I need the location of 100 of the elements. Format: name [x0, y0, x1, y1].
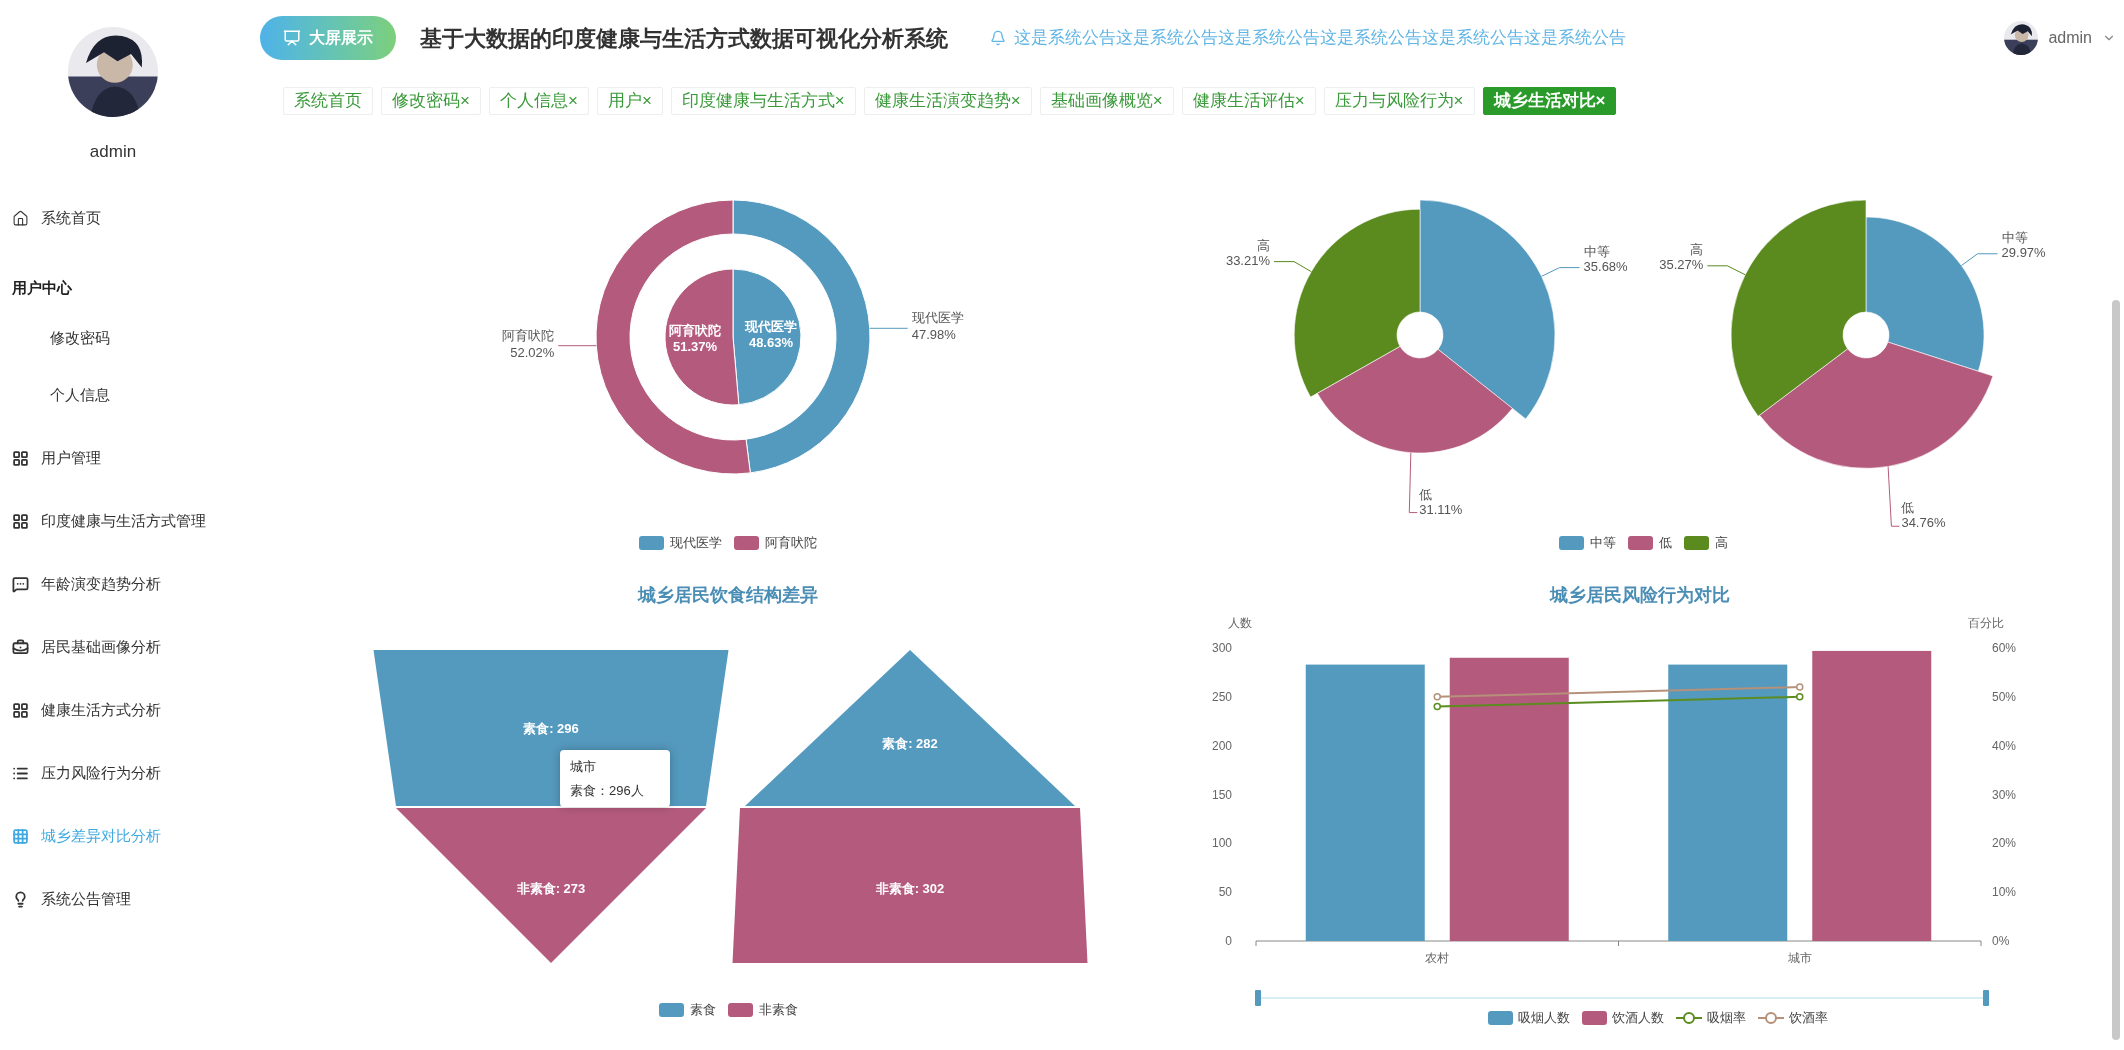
point [1433, 693, 1441, 701]
slice-label: 高 35.27% [1659, 241, 1704, 272]
chart-title: 城乡居民饮食结构差异 [638, 583, 818, 607]
tick-label: 20% [1992, 836, 2017, 851]
close-icon[interactable]: × [1595, 88, 1606, 114]
zoom-slider[interactable] [1255, 990, 1989, 1006]
leader-line [1706, 265, 1746, 276]
leader-line [1408, 452, 1418, 514]
page-tab[interactable]: 修改密码× [381, 87, 481, 115]
sidebar-item[interactable]: 个人信息 [50, 383, 110, 407]
tick-label: 60% [1992, 641, 2017, 655]
page-tab[interactable]: 个人信息× [488, 87, 589, 115]
avatar [2004, 21, 2039, 55]
point [1796, 693, 1804, 701]
slice-label: 中等 35.68% [1583, 243, 1628, 274]
slice-label: 高 33.21% [1225, 237, 1270, 268]
close-icon[interactable]: × [1152, 88, 1163, 114]
point [1796, 683, 1804, 691]
axis-title: 人数 [1228, 616, 1252, 630]
tick-label: 10% [1992, 885, 2017, 900]
leader-line [1273, 261, 1312, 273]
sidebar-item[interactable]: 城乡差异对比分析 [12, 825, 161, 848]
slice-label: 阿育吠陀 51.37% [669, 322, 722, 354]
sidebar-item[interactable]: 居民基础画像分析 [12, 636, 161, 659]
sidebar-item[interactable]: 健康生活方式分析 [12, 699, 161, 722]
slice-label: 低 34.76% [1901, 500, 1946, 531]
legend-label: 吸烟率 [1707, 1009, 1746, 1027]
big-screen-button[interactable]: 大屏展示 [260, 16, 396, 60]
close-icon[interactable]: × [1453, 88, 1464, 114]
sidebar-item[interactable]: 修改密码 [50, 326, 110, 350]
leader-line [557, 345, 597, 347]
close-icon[interactable]: × [460, 88, 470, 114]
tick-label: 100 [1211, 836, 1232, 851]
page-tab[interactable]: 印度健康与生活方式× [670, 87, 856, 115]
menu-group-title: 用户中心 [12, 277, 72, 298]
user-name: admin [89, 141, 137, 163]
slice-label: 中等 29.97% [2001, 229, 2046, 260]
point [1433, 702, 1441, 711]
home-icon [12, 210, 29, 227]
funnel-label: 素食: 296 [523, 721, 579, 736]
system-title: 基于大数据的印度健康与生活方式数据可视化分析系统 [420, 24, 948, 53]
tick-label: 农村 [1425, 951, 1450, 965]
tick-label: 30% [1992, 787, 2017, 802]
close-icon[interactable]: × [1010, 88, 1021, 114]
chat-icon [12, 576, 29, 593]
grid-icon [12, 513, 29, 530]
legend-label: 高 [1714, 534, 1728, 552]
slice-label: 低 31.11% [1419, 486, 1463, 517]
legend-label: 饮酒率 [1789, 1009, 1828, 1027]
page-tab[interactable]: 用户× [596, 87, 663, 115]
list-icon [12, 765, 29, 782]
briefcase-icon [12, 639, 29, 656]
slice-label: 现代医学 48.63% [744, 319, 797, 351]
tooltip-title: 城市 [570, 758, 597, 776]
chart-title: 城乡居民风险行为对比 [1550, 583, 1730, 607]
page-tab[interactable]: 基础画像概览× [1039, 87, 1174, 115]
funnel-label: 非素食: 302 [875, 881, 945, 896]
legend-label: 中等 [1589, 534, 1616, 552]
page-tab[interactable]: 城乡生活对比× [1482, 87, 1617, 115]
grid-icon [12, 828, 29, 845]
page-tab[interactable]: 健康生活评估× [1181, 87, 1316, 115]
legend-label: 阿育吠陀 [765, 534, 817, 552]
funnel-label: 素食: 282 [882, 736, 938, 751]
grid-icon [12, 450, 29, 467]
sidebar-item[interactable]: 用户管理 [12, 447, 101, 470]
lightbulb-icon [12, 891, 29, 908]
page-tab[interactable]: 健康生活演变趋势× [863, 87, 1032, 115]
funnel-label: 非素食: 273 [516, 881, 586, 896]
axis-title: 百分比 [1968, 616, 2004, 630]
tick-label: 250 [1211, 689, 1232, 704]
leader-line [1887, 466, 1900, 527]
close-icon[interactable]: × [641, 88, 652, 114]
sidebar-item[interactable]: 系统首页 [12, 207, 101, 230]
tooltip-value: 素食：296人 [570, 781, 645, 800]
sidebar-item[interactable]: 系统公告管理 [12, 888, 131, 911]
tick-label: 0 [1225, 934, 1232, 948]
legend-label: 低 [1658, 534, 1672, 552]
page-tab[interactable]: 系统首页 [283, 87, 373, 115]
tick-label: 200 [1211, 738, 1232, 753]
legend-label: 吸烟人数 [1518, 1009, 1570, 1027]
bell-icon [990, 30, 1006, 46]
leader-line [1960, 253, 1999, 267]
notice-text: 这是系统公告这是系统公告这是系统公告这是系统公告这是系统公告这是系统公告 [1014, 27, 1626, 50]
sidebar-item[interactable]: 印度健康与生活方式管理 [12, 510, 206, 533]
legend-label: 现代医学 [670, 534, 722, 552]
tick-label: 城市 [1787, 951, 1812, 965]
tick-label: 40% [1992, 738, 2017, 753]
legend-label: 非素食 [758, 1001, 798, 1019]
tick-label: 300 [1211, 641, 1232, 655]
legend-label: 素食 [689, 1001, 716, 1019]
close-icon[interactable]: × [567, 88, 578, 114]
presentation-icon [283, 29, 301, 47]
close-icon[interactable]: × [834, 88, 845, 114]
sidebar-item[interactable]: 年龄演变趋势分析 [12, 573, 161, 596]
tick-label: 50 [1218, 885, 1232, 900]
page-tab[interactable]: 压力与风险行为× [1323, 87, 1475, 115]
close-icon[interactable]: × [1294, 88, 1305, 114]
user-name[interactable]: admin [2048, 26, 2092, 50]
tick-label: 50% [1992, 689, 2017, 704]
sidebar-item[interactable]: 压力风险行为分析 [12, 762, 161, 785]
